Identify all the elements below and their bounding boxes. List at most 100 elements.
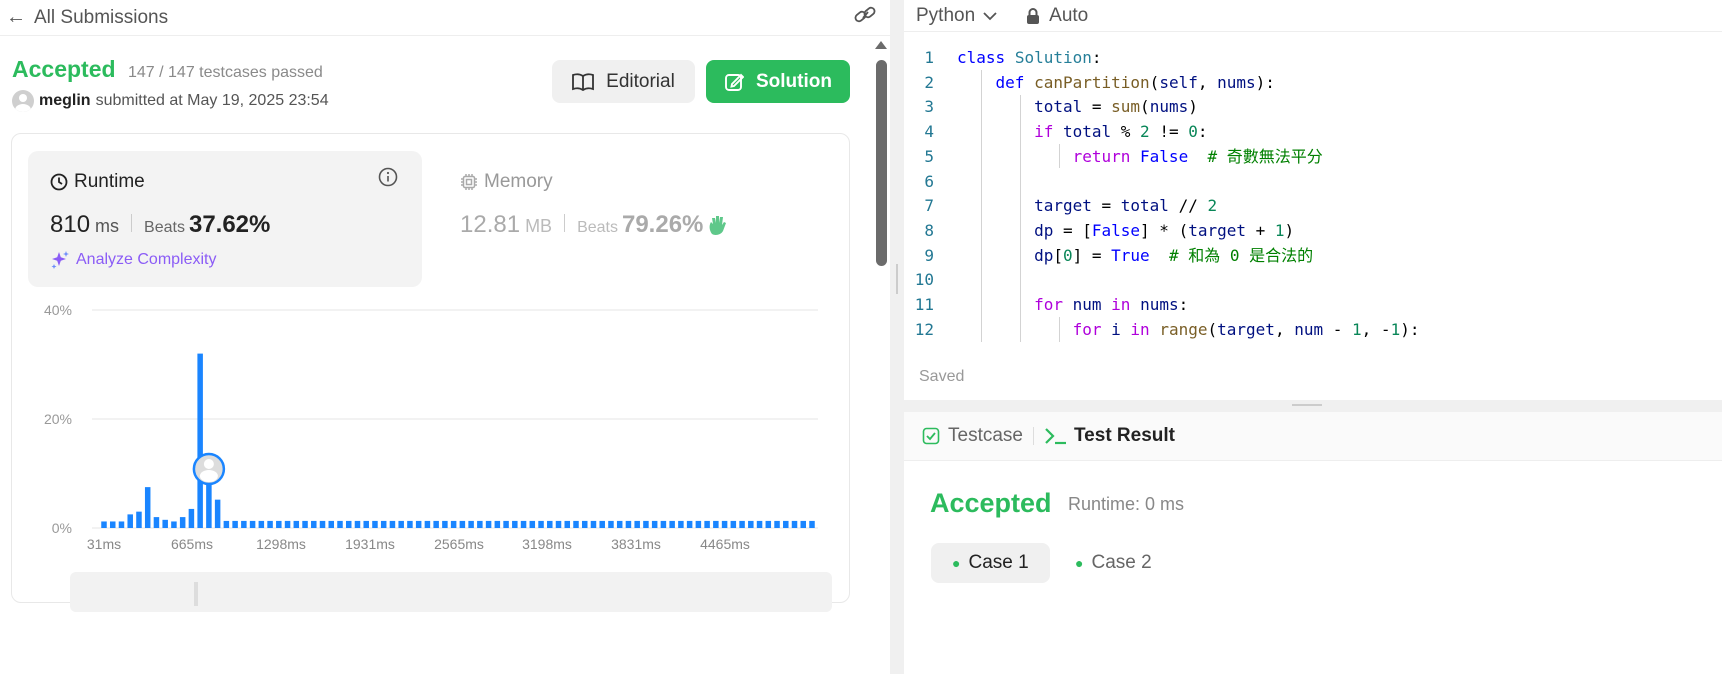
chart-bar[interactable] xyxy=(494,520,501,528)
scroll-up-arrow[interactable] xyxy=(875,41,887,49)
arrow-left-icon[interactable]: ← xyxy=(6,6,34,29)
chart-bar[interactable] xyxy=(547,520,553,528)
chart-bar[interactable] xyxy=(783,520,789,528)
vertical-splitter[interactable] xyxy=(890,0,904,674)
chart-bar[interactable] xyxy=(730,520,737,528)
tab-test-result[interactable]: Test Result xyxy=(1044,425,1175,447)
chart-bar[interactable] xyxy=(643,520,649,528)
chart-bar[interactable] xyxy=(232,520,238,528)
chart-bar[interactable] xyxy=(564,520,571,528)
runtime-card[interactable]: Runtime 810 ms Beats 37.62% Analyze Comp… xyxy=(28,151,422,287)
chart-bar[interactable] xyxy=(686,520,693,528)
chart-bar[interactable] xyxy=(791,520,798,528)
horizontal-splitter[interactable] xyxy=(904,400,1722,412)
chart-bar[interactable] xyxy=(407,520,413,528)
chart-bar[interactable] xyxy=(459,520,466,528)
tab-testcase[interactable]: Testcase xyxy=(922,425,1023,447)
chart-bar[interactable] xyxy=(713,520,719,528)
chart-bar[interactable] xyxy=(389,520,396,528)
chart-bar[interactable] xyxy=(599,520,605,528)
chart-bar[interactable] xyxy=(258,520,265,528)
username[interactable]: meglin xyxy=(39,92,91,110)
chart-bar[interactable] xyxy=(477,520,483,528)
chart-bar[interactable] xyxy=(241,520,247,528)
chart-bar[interactable] xyxy=(372,520,378,528)
chart-bar[interactable] xyxy=(380,520,387,528)
chart-bar[interactable] xyxy=(101,521,107,528)
all-submissions-link[interactable]: All Submissions xyxy=(34,7,168,29)
chart-bar[interactable] xyxy=(223,520,230,528)
chevron-down-icon[interactable] xyxy=(983,11,997,21)
chart-bar[interactable] xyxy=(450,520,457,528)
chart-bar[interactable] xyxy=(109,521,116,528)
chart-bar[interactable] xyxy=(311,520,317,528)
chart-bar[interactable] xyxy=(162,519,168,528)
chart-bar[interactable] xyxy=(739,520,745,528)
chart-bar[interactable] xyxy=(669,520,675,528)
chart-bar[interactable] xyxy=(249,520,256,528)
chart-bar[interactable] xyxy=(625,520,632,528)
solution-button[interactable]: Solution xyxy=(706,60,850,103)
code-editor[interactable]: Python Auto 1 class Solution: 2 def canPa… xyxy=(904,0,1722,400)
chart-bar[interactable] xyxy=(171,521,177,528)
chart-bar[interactable] xyxy=(337,520,343,528)
chart-bar[interactable] xyxy=(284,520,291,528)
chart-bar[interactable] xyxy=(302,520,308,528)
chart-bar[interactable] xyxy=(214,499,221,528)
chart-bar[interactable] xyxy=(319,520,326,528)
chart-bar[interactable] xyxy=(608,520,614,528)
scrollbar-thumb[interactable] xyxy=(876,60,887,266)
runtime-distribution-chart[interactable]: 40% 20% 0% 31ms 665ms 1298ms 1931ms 2565ms 3198m… xyxy=(28,300,828,560)
memory-title[interactable]: Memory xyxy=(460,171,553,193)
chart-bar[interactable] xyxy=(809,520,815,528)
chart-bar[interactable] xyxy=(345,520,352,528)
chart-bar[interactable] xyxy=(756,520,763,528)
chart-bar[interactable] xyxy=(328,520,335,528)
chart-bar[interactable] xyxy=(188,508,195,528)
chart-bar[interactable] xyxy=(581,520,588,528)
link-icon[interactable] xyxy=(852,4,878,26)
chart-bar[interactable] xyxy=(573,520,579,528)
chart-bar[interactable] xyxy=(442,520,448,528)
analyze-complexity-link[interactable]: Analyze Complexity xyxy=(50,250,217,270)
chart-bar[interactable] xyxy=(354,520,361,528)
chart-bar[interactable] xyxy=(179,517,186,528)
chart-bar[interactable] xyxy=(520,520,527,528)
chart-bar[interactable] xyxy=(704,520,710,528)
chart-bar[interactable] xyxy=(398,520,404,528)
chart-bar[interactable] xyxy=(800,520,807,528)
chart-bar[interactable] xyxy=(276,520,282,528)
chart-bar[interactable] xyxy=(118,521,125,528)
case-2-tab[interactable]: ● Case 2 xyxy=(1054,543,1173,583)
chart-bar[interactable] xyxy=(267,520,273,528)
chart-bar[interactable] xyxy=(468,520,474,528)
chart-bar[interactable] xyxy=(651,520,658,528)
chart-bar[interactable] xyxy=(512,520,518,528)
chart-bar[interactable] xyxy=(634,520,640,528)
chart-bar[interactable] xyxy=(774,520,780,528)
chart-bar[interactable] xyxy=(136,511,142,528)
chart-bar[interactable] xyxy=(153,517,160,528)
chart-bar[interactable] xyxy=(590,520,597,528)
chart-bar[interactable] xyxy=(485,520,492,528)
chart-bar[interactable] xyxy=(293,520,300,528)
chart-bar[interactable] xyxy=(424,520,431,528)
info-icon[interactable] xyxy=(378,167,398,187)
chart-bar[interactable] xyxy=(197,353,203,528)
chart-bar[interactable] xyxy=(660,520,667,528)
chart-bar[interactable] xyxy=(144,487,151,528)
chart-bar[interactable] xyxy=(503,520,509,528)
chart-bar[interactable] xyxy=(678,520,684,528)
chart-bar[interactable] xyxy=(529,520,536,528)
chart-bar[interactable] xyxy=(127,514,133,528)
case-1-tab[interactable]: ● Case 1 xyxy=(931,543,1050,583)
chart-bar[interactable] xyxy=(538,520,544,528)
chart-bar[interactable] xyxy=(363,520,369,528)
editorial-button[interactable]: Editorial xyxy=(552,60,695,103)
chart-bar[interactable] xyxy=(415,520,422,528)
chart-bar[interactable] xyxy=(748,520,754,528)
chart-bar[interactable] xyxy=(765,520,772,528)
chart-bar[interactable] xyxy=(433,520,439,528)
language-select[interactable]: Python xyxy=(916,5,975,27)
your-submission-marker[interactable] xyxy=(192,452,226,486)
